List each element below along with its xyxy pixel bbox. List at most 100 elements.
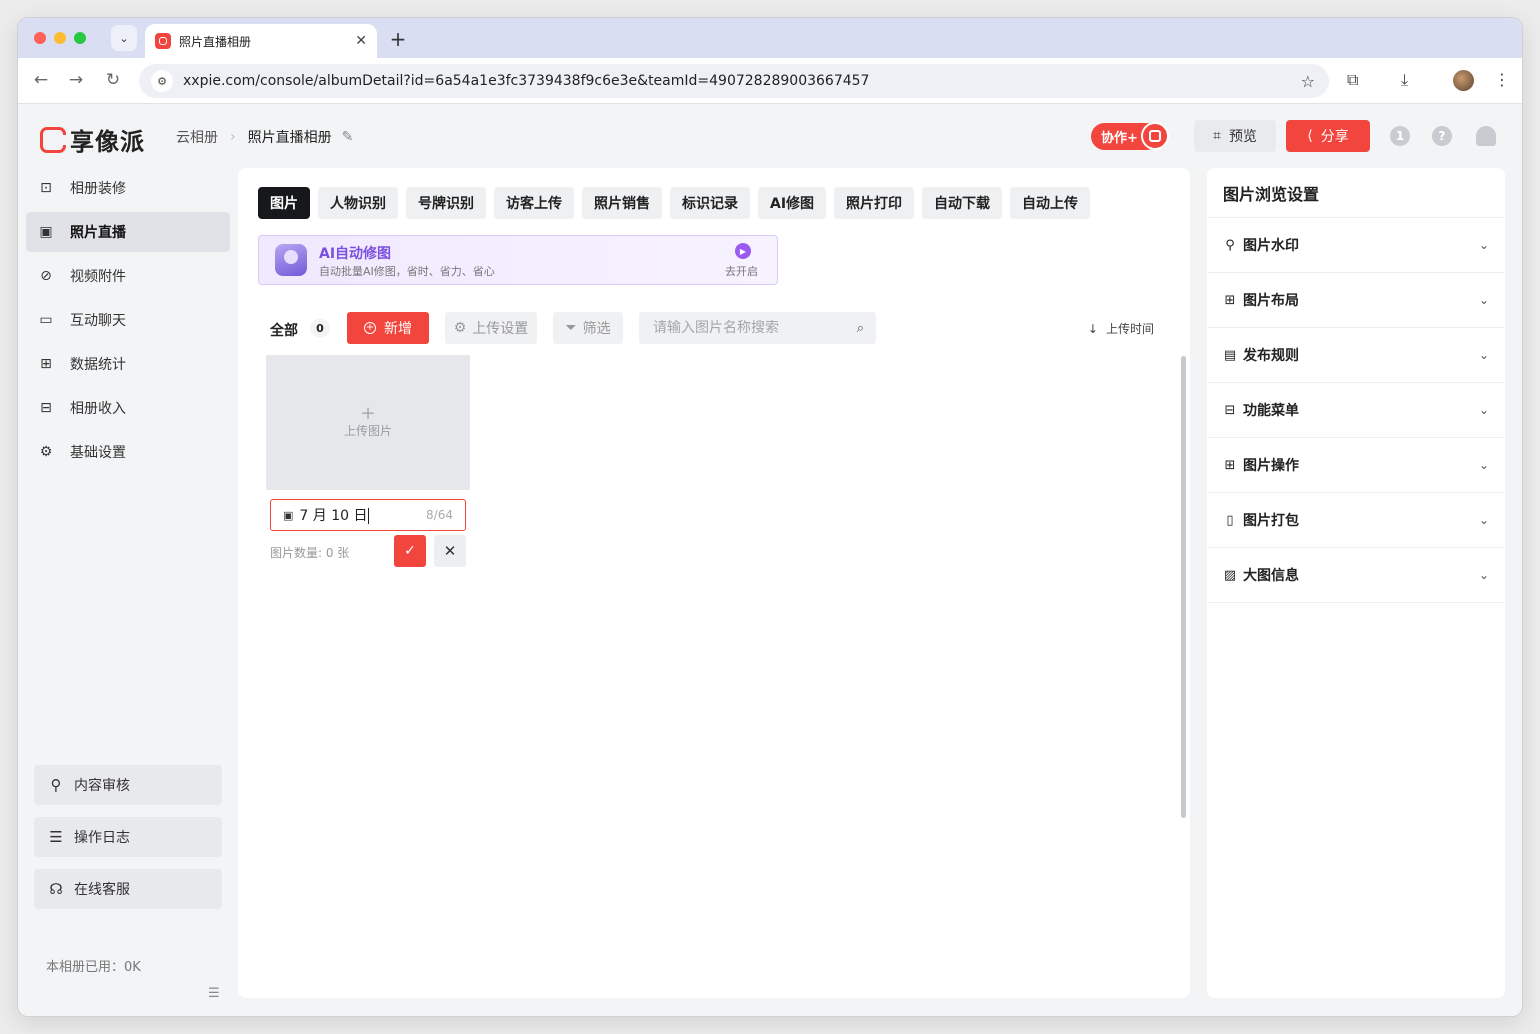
counter-icon[interactable]: 1 <box>1390 126 1410 146</box>
download-icon[interactable]: ⤓ <box>1401 70 1408 90</box>
browser-window: ⌄ 照片直播相册 ✕ + ← → ↻ ⚙ xxpie.com/console/a… <box>18 18 1522 1016</box>
sidebar-item-stats[interactable]: ⊞ 数据统计 <box>26 344 230 384</box>
tab-images[interactable]: 图片 <box>258 187 310 219</box>
sidebar-item-live-photos[interactable]: ▣ 照片直播 <box>26 212 230 252</box>
folder-image-icon: ▣ <box>283 508 294 522</box>
scrollbar[interactable] <box>1181 356 1186 818</box>
chevron-down-icon: ⌄ <box>1478 293 1489 307</box>
sidebar-item-income[interactable]: ⊟ 相册收入 <box>26 388 230 428</box>
tab-tag-records[interactable]: 标识记录 <box>670 187 750 219</box>
close-tab-icon[interactable]: ✕ <box>355 33 367 49</box>
upload-settings-button[interactable]: ⚙ 上传设置 <box>445 312 537 344</box>
extensions-icon[interactable]: ⧉ <box>1347 70 1358 90</box>
bookmark-star-icon[interactable]: ☆ <box>1301 72 1315 91</box>
browser-titlebar: ⌄ 照片直播相册 ✕ + <box>18 18 1522 58</box>
operation-log-button[interactable]: ☰ 操作日志 <box>34 817 222 857</box>
tab-list-button[interactable]: ⌄ <box>111 25 137 51</box>
all-filter[interactable]: 全部 <box>270 320 298 340</box>
tab-ai-retouch[interactable]: AI修图 <box>758 187 827 219</box>
section-publish-rules[interactable]: ▤ 发布规则 ⌄ <box>1207 328 1505 383</box>
image-info-icon: ▨ <box>1223 567 1237 583</box>
tab-photo-sales[interactable]: 照片销售 <box>582 187 662 219</box>
section-layout[interactable]: ⊞ 图片布局 ⌄ <box>1207 273 1505 328</box>
plus-circle-icon: + <box>364 322 376 334</box>
collaborator-avatar[interactable] <box>1141 122 1169 150</box>
tab-visitor-upload[interactable]: 访客上传 <box>494 187 574 219</box>
tab-face-recognition[interactable]: 人物识别 <box>318 187 398 219</box>
ai-retouch-banner[interactable]: AI自动修图 自动批量AI修图，省时、省力、省心 ▶ 去开启 <box>258 235 778 285</box>
bell-icon[interactable] <box>1476 126 1496 146</box>
online-support-button[interactable]: ☊ 在线客服 <box>34 869 222 909</box>
upload-image-tile[interactable]: + 上传图片 <box>266 355 470 490</box>
group-name-field[interactable]: ▣ 7 月 10 日 8/64 <box>270 499 466 531</box>
tab-photo-print[interactable]: 照片打印 <box>834 187 915 219</box>
section-watermark[interactable]: ⚲ 图片水印 ⌄ <box>1207 218 1505 273</box>
edit-title-icon[interactable]: ✎ <box>342 129 354 145</box>
group-name-value[interactable]: 7 月 10 日 <box>299 505 426 525</box>
tab-bib-recognition[interactable]: 号牌识别 <box>406 187 486 219</box>
sidebar-item-label: 相册收入 <box>70 401 126 417</box>
preview-button[interactable]: ⌗ 预览 <box>1194 120 1276 152</box>
cancel-button[interactable]: ✕ <box>434 535 466 567</box>
search-icon[interactable]: ⌕ <box>857 321 864 336</box>
collapse-sidebar-icon[interactable]: ☰ <box>208 986 220 1001</box>
section-function-menu[interactable]: ⊟ 功能菜单 ⌄ <box>1207 383 1505 438</box>
sidebar-item-label: 相册装修 <box>70 181 126 197</box>
breadcrumb-root[interactable]: 云相册 <box>176 127 218 147</box>
sidebar-item-video[interactable]: ⊘ 视频附件 <box>26 256 230 296</box>
add-button[interactable]: + 新增 <box>347 312 429 344</box>
sidebar-item-chat[interactable]: ▭ 互动聊天 <box>26 300 230 340</box>
logo-mark-icon <box>40 126 67 153</box>
plus-icon: + <box>360 403 376 424</box>
back-icon[interactable]: ← <box>30 70 52 90</box>
profile-avatar[interactable] <box>1453 70 1474 91</box>
minimize-window-button[interactable] <box>54 32 66 44</box>
photo-count: 图片数量: 0 张 <box>270 546 350 560</box>
feature-tabs: 图片 人物识别 号牌识别 访客上传 照片销售 标识记录 AI修图 照片打印 自动… <box>258 187 1091 219</box>
stamp-icon: ⚲ <box>1225 237 1235 253</box>
menu-icon: ⊟ <box>1224 402 1236 418</box>
reload-icon[interactable]: ↻ <box>102 70 124 90</box>
image-icon: ▣ <box>39 224 53 240</box>
share-button[interactable]: ⟨ 分享 <box>1286 120 1370 152</box>
section-label: 图片水印 <box>1243 238 1299 254</box>
app-header: 享像派 云相册 › 照片直播相册 ✎ 协作+ ⌗ 预览 ⟨ 分享 1 ? <box>18 104 1522 168</box>
forward-icon[interactable]: → <box>65 70 87 90</box>
maximize-window-button[interactable] <box>74 32 86 44</box>
search-input[interactable] <box>653 320 857 336</box>
chevron-down-icon: ⌄ <box>1478 568 1489 582</box>
tab-auto-download[interactable]: 自动下载 <box>922 187 1003 219</box>
window-controls <box>34 32 86 44</box>
char-counter: 8/64 <box>426 508 453 522</box>
sort-arrow-icon: ↓ <box>1087 321 1098 336</box>
tab-auto-upload[interactable]: 自动上传 <box>1010 187 1091 219</box>
new-tab-button[interactable]: + <box>386 27 410 51</box>
url-text: xxpie.com/console/albumDetail?id=6a54a1e… <box>183 73 870 89</box>
logo[interactable]: 享像派 <box>40 122 145 157</box>
section-image-actions[interactable]: ⊞ 图片操作 ⌄ <box>1207 438 1505 493</box>
chevron-down-icon: ⌄ <box>1478 403 1489 417</box>
section-label: 图片操作 <box>1243 458 1299 474</box>
url-field[interactable]: ⚙ xxpie.com/console/albumDetail?id=6a54a… <box>139 64 1329 98</box>
sidebar-item-settings[interactable]: ⚙ 基础设置 <box>26 432 230 472</box>
ai-enable-link[interactable]: 去开启 <box>725 263 758 279</box>
search-box: ⌕ <box>639 312 876 344</box>
close-window-button[interactable] <box>34 32 46 44</box>
online-support-label: 在线客服 <box>74 882 130 898</box>
filter-button[interactable]: ⏷ 筛选 <box>553 312 623 344</box>
site-info-icon[interactable]: ⚙ <box>151 70 173 92</box>
filter-icon: ⏷ <box>565 320 577 336</box>
help-icon[interactable]: ? <box>1432 126 1452 146</box>
browser-menu-icon[interactable]: ⋮ <box>1494 70 1510 89</box>
section-image-pack[interactable]: ▯ 图片打包 ⌄ <box>1207 493 1505 548</box>
confirm-button[interactable]: ✓ <box>394 535 426 567</box>
section-large-image-info[interactable]: ▨ 大图信息 ⌄ <box>1207 548 1505 603</box>
sidebar-item-decoration[interactable]: ⊡ 相册装修 <box>26 168 230 208</box>
stats-icon: ⊞ <box>40 356 52 372</box>
sort-control[interactable]: ↓ 上传时间 <box>1088 320 1154 337</box>
breadcrumb: 云相册 › 照片直播相册 ✎ <box>176 127 353 147</box>
grid-layout-icon: ⊞ <box>1224 292 1236 308</box>
browser-tab[interactable]: 照片直播相册 ✕ <box>145 24 377 58</box>
content-review-button[interactable]: ⚲ 内容审核 <box>34 765 222 805</box>
play-icon[interactable]: ▶ <box>735 243 751 259</box>
